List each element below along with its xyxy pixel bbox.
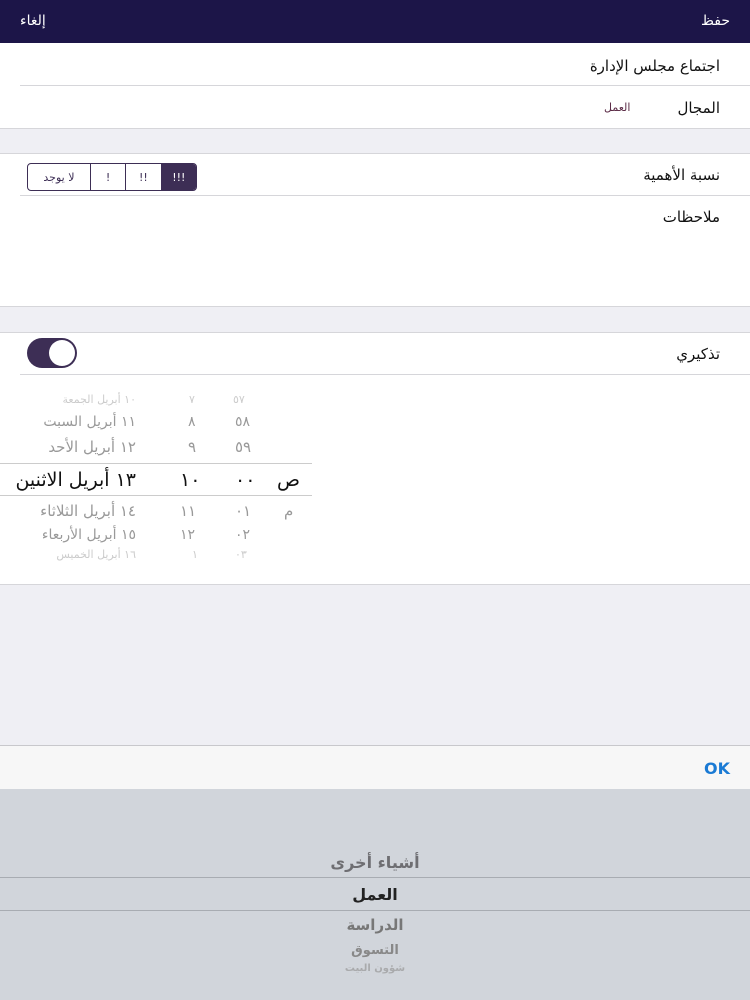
divider [20, 374, 750, 375]
ok-button[interactable]: OK [704, 759, 730, 778]
minute-option[interactable]: ٠١ [235, 502, 251, 520]
priority-segmented-control[interactable]: لا يوجد ! !! !!! [27, 163, 197, 191]
reminder-toggle[interactable] [27, 338, 77, 368]
category-picker[interactable]: أشياء أخرى العمل الدراسة التسوق شؤون الب… [0, 789, 750, 1000]
save-button[interactable]: حفظ [701, 13, 730, 29]
ampm-option-selected[interactable]: ص [277, 469, 300, 491]
priority-option-medium[interactable]: !! [126, 164, 162, 190]
priority-option-high[interactable]: !!! [161, 164, 196, 190]
date-option[interactable]: ١٦ أبريل الخميس [56, 548, 136, 561]
divider [0, 128, 750, 129]
hour-option[interactable]: ١٢ [180, 527, 195, 543]
cancel-button[interactable]: إلغاء [20, 13, 46, 29]
picker-selection-line [0, 463, 312, 464]
category-row[interactable]: المجال العمل [0, 86, 750, 128]
picker-selection-line [0, 495, 312, 496]
toggle-knob [49, 340, 75, 366]
title-field[interactable]: اجتماع مجلس الإدارة [590, 57, 720, 75]
category-option[interactable]: الدراسة [0, 916, 750, 934]
hour-option[interactable]: ٧ [189, 393, 195, 406]
date-option-selected[interactable]: ١٣ أبريل الاثنين [15, 469, 136, 491]
date-option[interactable]: ١٥ أبريل الأربعاء [42, 527, 136, 543]
priority-label: نسبة الأهمية [643, 166, 720, 184]
hour-option-selected[interactable]: ١٠ [180, 469, 200, 491]
notes-label: ملاحظات [662, 208, 720, 226]
minute-option[interactable]: ٠٢ [235, 527, 250, 543]
minute-option[interactable]: ٠٣ [235, 548, 247, 561]
reminder-label: تذكيري [676, 345, 720, 363]
category-label: المجال [677, 99, 720, 117]
category-option[interactable]: التسوق [0, 943, 750, 958]
ampm-option[interactable]: م [284, 502, 293, 520]
picker-selection-line [0, 910, 750, 911]
picker-toolbar: OK [0, 745, 750, 790]
date-option[interactable]: ١٤ أبريل الثلاثاء [40, 502, 136, 520]
date-option[interactable]: ١٠ أبريل الجمعة [63, 393, 136, 406]
priority-option-none[interactable]: لا يوجد [28, 164, 91, 190]
minute-option[interactable]: ٥٨ [235, 414, 250, 430]
divider [0, 584, 750, 585]
divider [0, 306, 750, 307]
details-group: اجتماع مجلس الإدارة المجال العمل [0, 43, 750, 128]
hour-option[interactable]: ٨ [188, 414, 196, 430]
category-value: العمل [604, 101, 631, 114]
hour-option[interactable]: ١١ [180, 502, 196, 520]
priority-option-low[interactable]: ! [91, 164, 127, 190]
nav-bar: إلغاء حفظ [0, 0, 750, 43]
date-time-picker[interactable]: ١٠ أبريل الجمعة ١١ أبريل السبت ١٢ أبريل … [0, 380, 320, 580]
picker-selection-line [0, 877, 750, 878]
minute-option[interactable]: ٥٩ [235, 438, 251, 456]
minute-option[interactable]: ٥٧ [233, 393, 245, 406]
notes-input[interactable] [20, 234, 620, 299]
category-option[interactable]: شؤون البيت [0, 963, 750, 974]
category-option-selected[interactable]: العمل [0, 885, 750, 904]
hour-option[interactable]: ١ [192, 548, 198, 561]
date-option[interactable]: ١١ أبريل السبت [43, 414, 136, 430]
hour-option[interactable]: ٩ [188, 438, 196, 456]
date-option[interactable]: ١٢ أبريل الأحد [48, 438, 136, 456]
minute-option-selected[interactable]: ٠٠ [235, 469, 255, 491]
divider [20, 195, 750, 196]
category-option[interactable]: أشياء أخرى [0, 853, 750, 872]
